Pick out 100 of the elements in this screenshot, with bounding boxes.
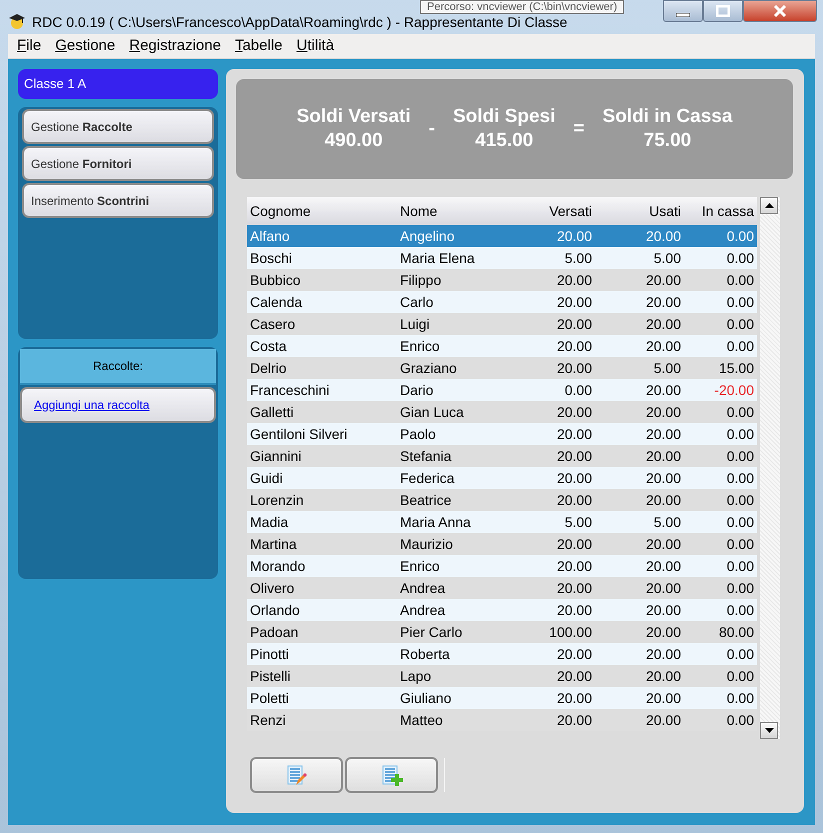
table-cell-text: 20.00 <box>556 710 593 730</box>
table-cell-text: 5.00 <box>652 248 682 268</box>
table-cell-text: Galletti <box>249 402 295 422</box>
table-cell-text: Casero <box>249 314 296 334</box>
table-cell-text: 20.00 <box>644 490 682 510</box>
table-row[interactable]: Franceschini Dario 0.00 20.00 -20.00 <box>247 379 757 401</box>
table-cell-text: Stefania <box>399 446 452 466</box>
maximize-icon <box>716 5 730 17</box>
table-cell-text: Boschi <box>249 248 294 268</box>
table-cell-text: 5.00 <box>652 512 682 532</box>
table-cell-text: Enrico <box>399 556 441 576</box>
close-button[interactable] <box>743 0 817 22</box>
table-cell-text: 20.00 <box>644 556 682 576</box>
table-cell-text: 20.00 <box>644 380 682 400</box>
table-cell-text: Padoan <box>249 622 300 642</box>
up-arrow-icon <box>764 203 774 208</box>
table-cell-text: Renzi <box>249 710 287 730</box>
table-cell-text: 20.00 <box>644 534 682 554</box>
table-cell-text: 0.00 <box>726 578 755 598</box>
summary-value: Soldi Spesi 415.00 <box>452 105 556 153</box>
add-collection-link[interactable]: Aggiungi una raccolta <box>34 396 150 414</box>
table-cell-text: Bubbico <box>249 270 302 290</box>
table-row[interactable]: Calenda Carlo 20.00 20.00 0.00 <box>247 291 757 313</box>
table-row[interactable]: Guidi Federica 20.00 20.00 0.00 <box>247 467 757 489</box>
table-cell-text: 20.00 <box>644 688 682 708</box>
document-plus-icon <box>380 764 404 786</box>
table-cell-text: 0.00 <box>726 336 755 356</box>
table-cell-text: 0.00 <box>726 490 755 510</box>
table-cell-text: 0.00 <box>726 666 755 686</box>
menu-item[interactable]: Registrazione <box>129 34 221 58</box>
scrollbar[interactable] <box>760 197 780 739</box>
table-row[interactable]: Poletti Giuliano 20.00 20.00 0.00 <box>247 687 757 709</box>
raccolte-header: Raccolte: <box>20 349 216 385</box>
table-cell-text: Lapo <box>399 666 432 686</box>
table-cell-text: Pistelli <box>249 666 292 686</box>
table-cell-text: 20.00 <box>556 424 593 444</box>
table-row[interactable]: Gentiloni Silveri Paolo 20.00 20.00 0.00 <box>247 423 757 445</box>
column-header: Usati <box>648 202 682 220</box>
table-cell-text: 5.00 <box>564 512 593 532</box>
table-cell-text: 0.00 <box>726 270 755 290</box>
table-cell-text: 20.00 <box>644 292 682 312</box>
table-row[interactable]: Alfano Angelino 20.00 20.00 0.00 <box>247 225 757 247</box>
table-cell-text: 0.00 <box>564 380 593 400</box>
table-cell-text: Martina <box>249 534 298 554</box>
menu-item[interactable]: Gestione <box>55 34 116 58</box>
table-cell-text: Enrico <box>399 336 441 356</box>
table-cell-text: Beatrice <box>399 490 452 510</box>
table-cell-text: Paolo <box>399 424 437 444</box>
table-cell-text: 20.00 <box>556 600 593 620</box>
scroll-down-button[interactable] <box>760 722 778 739</box>
table-cell-text: 5.00 <box>652 358 682 378</box>
table-cell-text: 20.00 <box>644 710 682 730</box>
table-cell-text: 20.00 <box>644 226 682 246</box>
table-cell-text: Gentiloni Silveri <box>249 424 348 444</box>
table-cell-text: 20.00 <box>556 688 593 708</box>
table-cell-text: 80.00 <box>718 622 755 642</box>
table-row[interactable]: Morando Enrico 20.00 20.00 0.00 <box>247 555 757 577</box>
table-cell-text: 20.00 <box>644 622 682 642</box>
table-cell-text: 0.00 <box>726 314 755 334</box>
table-cell-text: 20.00 <box>556 402 593 422</box>
table-cell-text: Morando <box>249 556 306 576</box>
table-cell-text: 20.00 <box>556 358 593 378</box>
minimize-button[interactable] <box>663 0 703 22</box>
table-cell-text: 0.00 <box>726 534 755 554</box>
nav-button[interactable]: Gestione Raccolte <box>22 109 214 144</box>
table-cell-text: 5.00 <box>564 248 593 268</box>
table-cell-text: Calenda <box>249 292 304 312</box>
nav-button[interactable]: Inserimento Scontrini <box>22 183 214 218</box>
table-cell-text: Dario <box>399 380 434 400</box>
table-cell-text: Filippo <box>399 270 442 290</box>
table-cell-text: Andrea <box>399 578 446 598</box>
edit-button[interactable] <box>250 757 343 793</box>
table-cell-text: 20.00 <box>556 446 593 466</box>
table-cell-text: 20.00 <box>556 270 593 290</box>
summary-value: Soldi Versati 490.00 <box>296 105 411 153</box>
menu-item[interactable]: Tabelle <box>234 34 283 58</box>
menu-item[interactable]: File <box>17 34 42 58</box>
table-cell-text: Carlo <box>399 292 434 312</box>
table-row[interactable]: Orlando Andrea 20.00 20.00 0.00 <box>247 599 757 621</box>
menu-item[interactable]: Utilità <box>296 34 334 58</box>
table-cell-text: 15.00 <box>718 358 755 378</box>
table-row[interactable]: Madia Maria Anna 5.00 5.00 0.00 <box>247 511 757 533</box>
table-cell-text: Roberta <box>399 644 451 664</box>
table-cell-text: 20.00 <box>556 490 593 510</box>
table-row[interactable]: Pinotti Roberta 20.00 20.00 0.00 <box>247 643 757 665</box>
scroll-up-button[interactable] <box>760 197 778 214</box>
table-cell-text: 20.00 <box>556 336 593 356</box>
table-row[interactable]: Costa Enrico 20.00 20.00 0.00 <box>247 335 757 357</box>
add-button[interactable] <box>345 757 438 793</box>
table-cell-text: Maurizio <box>399 534 454 554</box>
table-cell-text: 0.00 <box>726 710 755 730</box>
table-cell-text: 20.00 <box>556 292 593 312</box>
class-label: Classe 1 A <box>18 69 218 99</box>
operator-sign: - <box>428 116 435 141</box>
table-cell-text: 20.00 <box>644 600 682 620</box>
nav-button[interactable]: Gestione Fornitori <box>22 146 214 181</box>
table-cell-text: 20.00 <box>556 534 593 554</box>
table-row[interactable]: Boschi Maria Elena 5.00 5.00 0.00 <box>247 247 757 269</box>
maximize-button[interactable] <box>703 0 743 22</box>
table-cell-text: Andrea <box>399 600 446 620</box>
